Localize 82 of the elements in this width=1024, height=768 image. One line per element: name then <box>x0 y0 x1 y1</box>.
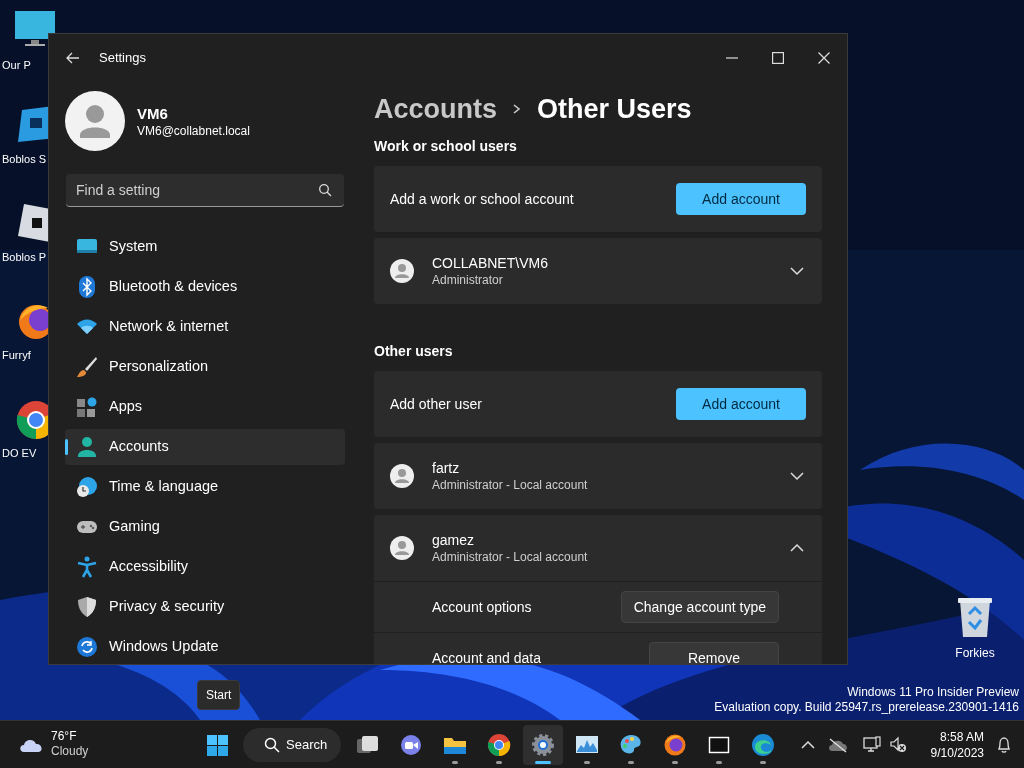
shield-icon <box>76 596 98 618</box>
person-icon <box>76 436 98 458</box>
chevron-up-icon[interactable] <box>800 740 815 750</box>
breadcrumb-item[interactable]: Accounts <box>374 88 498 130</box>
add-account-button[interactable]: Add account <box>676 388 806 420</box>
back-icon[interactable] <box>65 50 81 66</box>
nav-item[interactable]: System <box>65 229 345 265</box>
user-name: gamez <box>432 530 476 549</box>
chrome-icon <box>487 733 511 757</box>
avatar-icon <box>390 464 414 488</box>
weather-temperature: 76°F <box>51 729 78 744</box>
option-label: Account options <box>432 597 533 617</box>
nav-item[interactable]: Network & internet <box>65 309 345 345</box>
chat-icon <box>399 733 423 757</box>
section-heading: Work or school users <box>374 137 518 156</box>
weather-condition: Cloudy <box>51 744 89 759</box>
selection-indicator <box>65 439 68 455</box>
nav-item[interactable]: Apps <box>65 389 345 425</box>
apps-icon <box>76 396 98 418</box>
profile-name: VM6 <box>137 103 169 123</box>
search-button[interactable]: Search <box>243 728 341 762</box>
user-role: Administrator - Local account <box>432 476 589 494</box>
user-card[interactable]: COLLABNET\VM6 Administrator <box>374 238 822 304</box>
nav-item[interactable]: Bluetooth & devices <box>65 269 345 305</box>
nav-item[interactable]: Accounts <box>65 429 345 465</box>
close-icon <box>818 52 830 64</box>
search-icon <box>318 183 332 197</box>
search-field[interactable]: Find a setting <box>66 174 344 207</box>
edge-icon <box>751 733 775 757</box>
nav-item[interactable]: Gaming <box>65 509 345 545</box>
bluetooth-icon <box>76 276 98 298</box>
desktop-icon-label[interactable]: Our P <box>2 58 31 72</box>
card-label: Add other user <box>390 394 483 414</box>
speaker-muted-icon <box>888 736 907 754</box>
bell-icon[interactable] <box>996 736 1012 754</box>
desktop-icon-label[interactable]: Furryf <box>2 348 31 362</box>
user-name: COLLABNET\VM6 <box>432 253 549 272</box>
accessibility-icon <box>76 556 98 578</box>
network-icon <box>862 736 881 754</box>
avatar-icon <box>390 536 414 560</box>
watermark-text: Evaluation copy. Build 25947.rs_prerelease.230901-1416 <box>714 700 1019 715</box>
user-role: Administrator - Local account <box>432 548 589 566</box>
section-heading: Other users <box>374 342 454 361</box>
user-role: Administrator <box>432 271 504 289</box>
archive-icon <box>707 733 731 757</box>
user-card[interactable]: fartz Administrator - Local account <box>374 443 822 509</box>
clock-button[interactable]: 8:58 AM 9/10/2023 <box>930 729 984 761</box>
brush-icon <box>76 356 98 378</box>
globe-clock-icon <box>76 476 98 498</box>
profile-email: VM6@collabnet.local <box>137 122 250 139</box>
maximize-icon <box>772 52 784 64</box>
desktop-icon-label[interactable]: Boblos P <box>2 250 47 264</box>
sync-icon <box>76 636 98 658</box>
nav-item[interactable]: Privacy & security <box>65 589 345 625</box>
system-tray-button[interactable] <box>860 736 909 754</box>
window-title: Settings <box>99 49 146 68</box>
gear-icon <box>531 733 555 757</box>
nav-item[interactable]: Personalization <box>65 349 345 385</box>
minimize-icon <box>726 57 738 59</box>
option-button[interactable]: Remove <box>649 642 779 664</box>
desktop-icon-label[interactable]: DO EV <box>2 446 37 460</box>
search-icon <box>264 737 280 753</box>
tooltip: Start <box>197 680 241 710</box>
avatar-icon <box>65 91 125 151</box>
nav-item[interactable]: Windows Update <box>65 629 345 664</box>
option-button[interactable]: Change account type <box>620 591 779 623</box>
fox-icon <box>663 733 687 757</box>
avatar-icon <box>390 259 414 283</box>
option-label: Account and data <box>432 648 542 664</box>
add-account-button[interactable]: Add account <box>676 183 806 215</box>
user-name: fartz <box>432 458 461 477</box>
nav-item[interactable]: Accessibility <box>65 549 345 585</box>
windows-logo-icon <box>205 733 229 757</box>
user-card[interactable]: gamez Administrator - Local account <box>374 515 822 581</box>
desktop-icon-label[interactable]: Forkies <box>955 644 995 662</box>
taskbar-app-button[interactable] <box>523 725 563 765</box>
card-label: Add a work or school account <box>390 189 575 209</box>
watermark-text: Windows 11 Pro Insider Preview <box>847 685 1019 700</box>
cloud-off-icon[interactable] <box>826 737 849 753</box>
breadcrumb-item: Other Users <box>537 92 692 126</box>
nav-item[interactable]: Time & language <box>65 469 345 505</box>
desktop-icon-label[interactable]: Boblos S <box>2 152 47 166</box>
